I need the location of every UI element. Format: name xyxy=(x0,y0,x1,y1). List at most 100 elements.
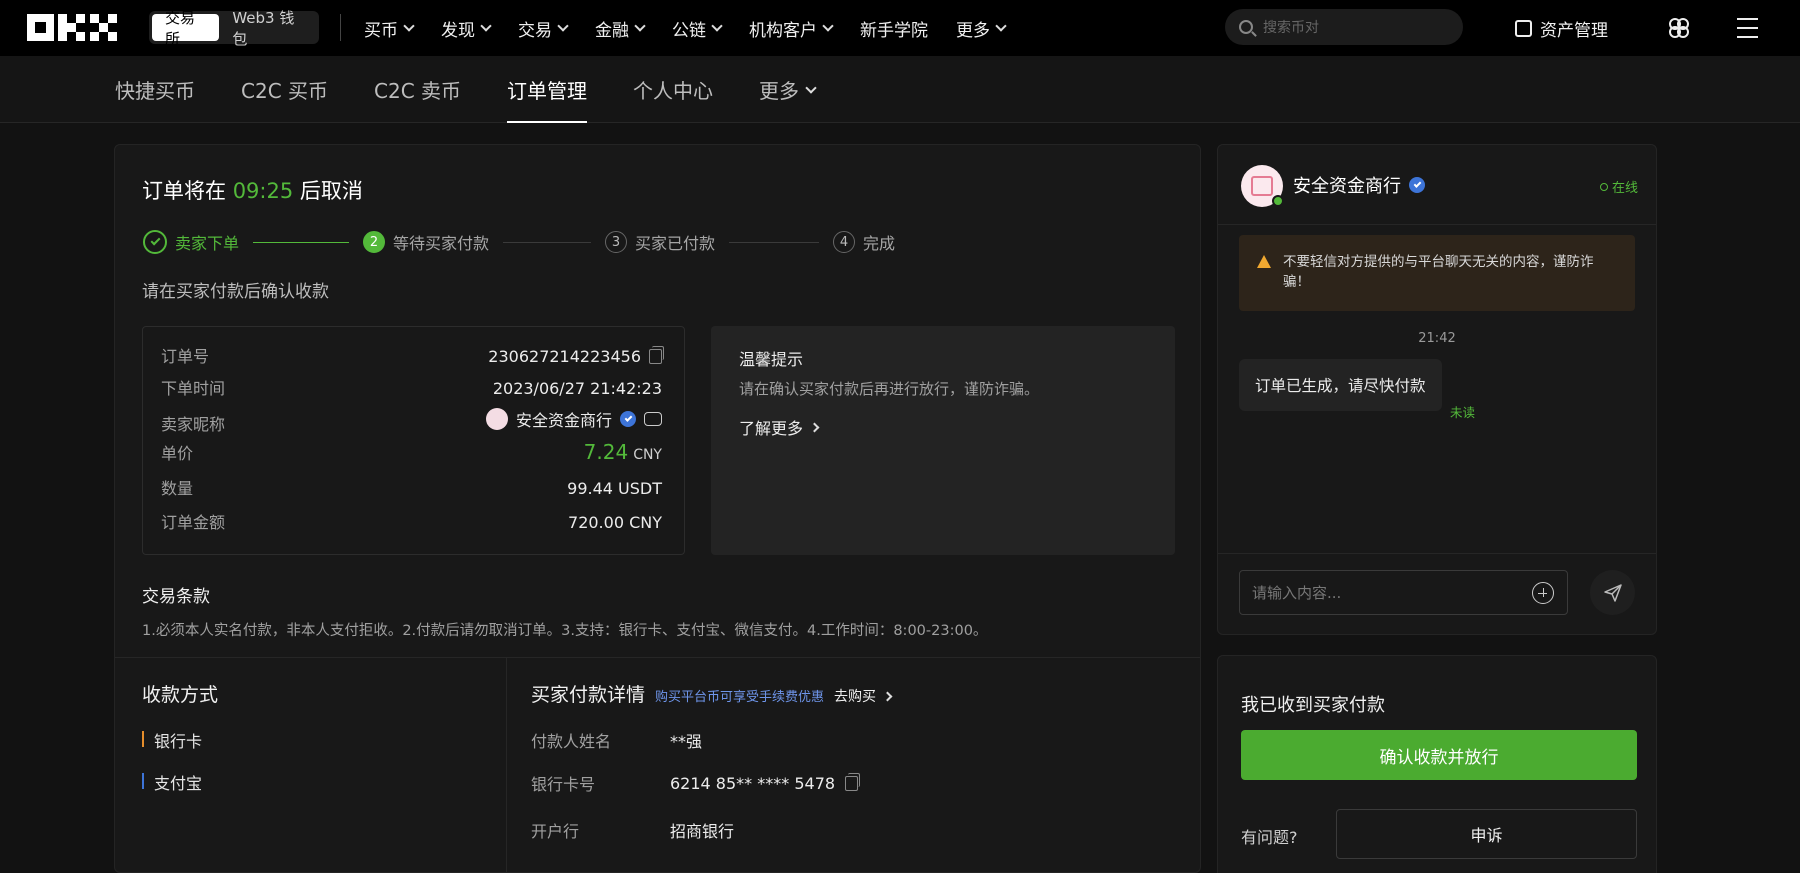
step-label: 等待买家付款 xyxy=(393,234,490,253)
tab-express-buy[interactable]: 快捷买币 xyxy=(115,56,195,123)
order-number-value: 230627214223456 xyxy=(488,347,641,366)
promo-text: 购买平台币可享受手续费优惠 xyxy=(655,690,825,705)
title-prefix: 订单将在 xyxy=(142,179,226,203)
send-button[interactable] xyxy=(1590,570,1635,615)
search-icon xyxy=(1239,20,1253,34)
step-connector xyxy=(503,241,592,243)
seller-name[interactable]: 安全资金商行 xyxy=(516,407,612,431)
step-number: 3 xyxy=(605,231,628,253)
step-number: 2 xyxy=(363,231,386,253)
exchange-tab[interactable]: 交易所 xyxy=(152,9,220,48)
buyer-payment-header: 买家付款详情 购买平台币可享受手续费优惠 去购买 xyxy=(531,680,893,707)
payment-method-alipay[interactable]: 支付宝 xyxy=(142,770,202,794)
step-buyer-paid: 3 买家已付款 xyxy=(605,230,715,254)
chat-header: 安全资金商行 在线 xyxy=(1218,145,1656,225)
copy-icon[interactable] xyxy=(845,772,861,791)
menu-finance[interactable]: 金融 xyxy=(595,16,646,41)
wallet-icon xyxy=(1515,19,1532,37)
search-box[interactable]: 搜索币对 xyxy=(1225,9,1463,45)
fraud-warning: 不要轻信对方提供的与平台聊天无关的内容，谨防诈骗！ xyxy=(1239,235,1635,311)
chevron-down-icon xyxy=(634,20,646,32)
chat-icon[interactable] xyxy=(644,412,662,426)
main-menu: 买币 发现 交易 金融 公链 机构客户 新手学院 更多 xyxy=(364,0,1007,56)
tab-more-label: 更多 xyxy=(759,79,800,103)
amount-label: 订单金额 xyxy=(161,513,226,532)
tab-user-center[interactable]: 个人中心 xyxy=(633,56,713,123)
chevron-down-icon xyxy=(557,20,569,32)
section-divider xyxy=(506,657,507,872)
online-status: 在线 xyxy=(1599,177,1638,196)
order-time-value: 2023/06/27 21:42:23 xyxy=(492,379,662,398)
step-connector xyxy=(729,241,820,243)
chat-divider xyxy=(1218,553,1656,554)
menu-more[interactable]: 更多 xyxy=(956,16,1007,41)
menu-institutional[interactable]: 机构客户 xyxy=(749,16,834,41)
menu-label: 发现 xyxy=(441,20,475,41)
order-hint: 请在买家付款后确认收款 xyxy=(142,282,329,302)
plus-icon[interactable] xyxy=(1532,582,1554,604)
copy-icon[interactable] xyxy=(649,346,664,364)
seller-avatar xyxy=(485,408,508,430)
warning-text: 不要轻信对方提供的与平台聊天无关的内容，谨防诈骗！ xyxy=(1283,254,1594,290)
price-label: 单价 xyxy=(161,444,194,463)
amount-value: 720.00 CNY xyxy=(568,513,662,532)
order-number-label: 订单号 xyxy=(161,347,210,366)
status-ring-icon xyxy=(1599,182,1608,191)
order-time-label: 下单时间 xyxy=(161,379,226,398)
profile-icon[interactable] xyxy=(1667,16,1691,40)
chevron-down-icon xyxy=(480,20,492,32)
chat-input[interactable] xyxy=(1252,571,1512,614)
tab-c2c-sell[interactable]: C2C 卖币 xyxy=(374,56,461,123)
payer-name-value: **强 xyxy=(670,732,703,751)
payment-methods-title: 收款方式 xyxy=(142,684,219,706)
unread-badge: 未读 xyxy=(1450,405,1476,420)
send-icon xyxy=(1603,583,1622,602)
menu-discover[interactable]: 发现 xyxy=(441,16,492,41)
check-icon xyxy=(143,230,167,254)
go-buy-label: 去购买 xyxy=(834,689,877,705)
learn-more-link[interactable]: 了解更多 xyxy=(739,415,820,439)
quantity-value: 99.44 USDT xyxy=(567,479,662,498)
asset-management-link[interactable]: 资产管理 xyxy=(1515,0,1608,56)
section-divider xyxy=(115,657,1200,658)
bank-name-row: 开户行 招商银行 xyxy=(531,818,734,842)
menu-chain[interactable]: 公链 xyxy=(672,16,723,41)
price-unit: CNY xyxy=(633,447,662,463)
web3-wallet-tab[interactable]: Web3 钱包 xyxy=(219,9,316,48)
tab-c2c-buy[interactable]: C2C 买币 xyxy=(241,56,328,123)
payer-name-label: 付款人姓名 xyxy=(531,732,612,751)
menu-academy[interactable]: 新手学院 xyxy=(860,16,928,41)
chat-panel: 安全资金商行 在线 不要轻信对方提供的与平台聊天无关的内容，谨防诈骗！ 21:4… xyxy=(1217,144,1657,635)
message-timestamp: 21:42 xyxy=(1418,331,1456,346)
step-complete: 4 完成 xyxy=(833,230,895,254)
payer-name-row: 付款人姓名 **强 xyxy=(531,728,702,752)
title-suffix: 后取消 xyxy=(299,179,363,203)
seller-row: 卖家昵称 安全资金商行 xyxy=(161,407,662,435)
appeal-button[interactable]: 申诉 xyxy=(1336,809,1637,859)
online-status-text: 在线 xyxy=(1611,181,1638,196)
quantity-label: 数量 xyxy=(161,479,194,498)
order-progress-steps: 卖家下单 2 等待买家付款 3 买家已付款 4 完成 xyxy=(143,230,895,254)
step-label: 买家已付款 xyxy=(635,234,716,253)
step-label: 卖家下单 xyxy=(175,234,240,253)
tab-order-management[interactable]: 订单管理 xyxy=(507,56,588,123)
menu-buy-crypto[interactable]: 买币 xyxy=(364,16,415,41)
price-row: 单价 7.24 CNY xyxy=(161,440,662,464)
go-buy-link[interactable]: 去购买 xyxy=(834,686,893,706)
terms-body: 1.必须本人实名付款，非本人支付拒收。2.付款后请勿取消订单。3.支持：银行卡、… xyxy=(142,623,988,639)
chat-input-box xyxy=(1239,570,1568,615)
menu-label: 新手学院 xyxy=(860,20,928,41)
okx-logo[interactable] xyxy=(27,14,117,41)
c2c-subnav: 快捷买币 C2C 买币 C2C 卖币 订单管理 个人中心 更多 xyxy=(0,56,1800,123)
confirm-release-button[interactable]: 确认收款并放行 xyxy=(1241,730,1637,780)
order-details: 订单号 230627214223456 下单时间 2023/06/27 21:4… xyxy=(142,326,685,555)
chevron-down-icon xyxy=(403,20,415,32)
menu-trade[interactable]: 交易 xyxy=(518,16,569,41)
menu-icon[interactable] xyxy=(1737,18,1758,38)
payment-method-bank-card[interactable]: 银行卡 xyxy=(142,728,202,752)
tab-more[interactable]: 更多 xyxy=(759,56,817,123)
bank-name-value: 招商银行 xyxy=(670,822,735,841)
chat-message: 订单已生成，请尽快付款 xyxy=(1239,359,1442,411)
verified-icon xyxy=(1409,177,1425,193)
merchant-name-text: 安全资金商行 xyxy=(1293,176,1401,197)
